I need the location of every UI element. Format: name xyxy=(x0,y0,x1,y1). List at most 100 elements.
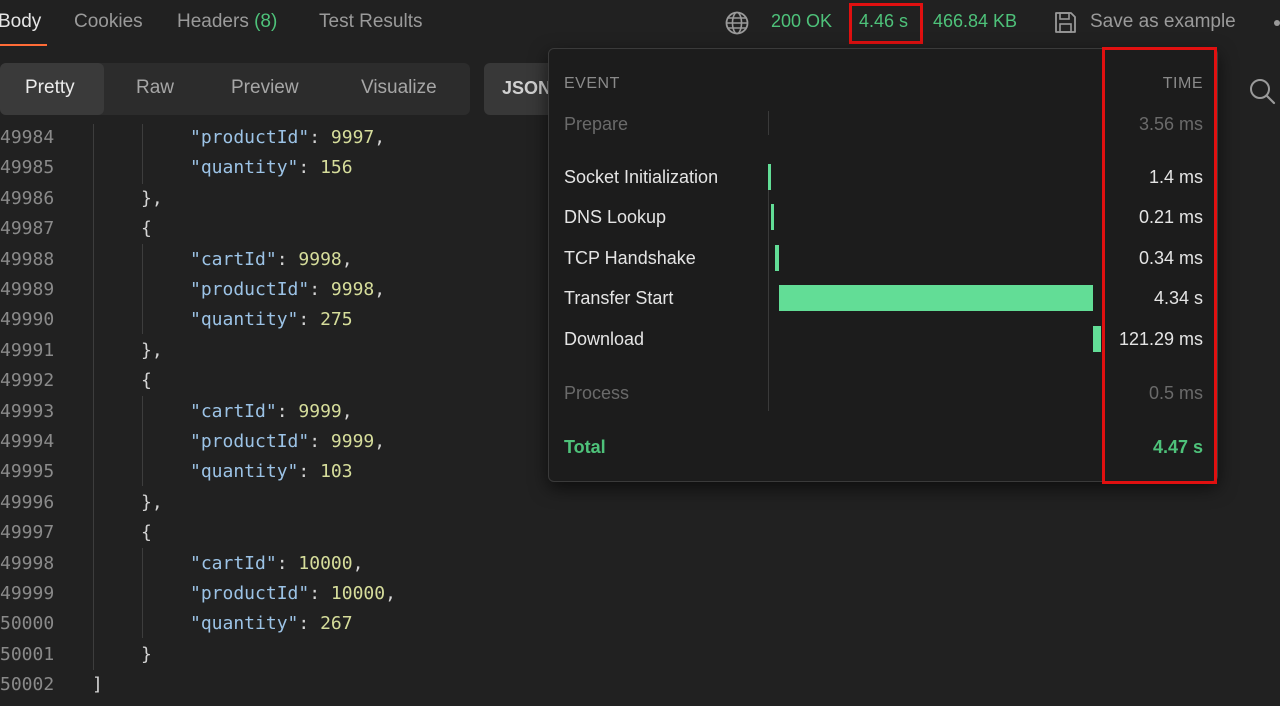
save-icon[interactable] xyxy=(1052,9,1079,36)
json-value: 9999 xyxy=(330,431,375,452)
json-value: 103 xyxy=(320,461,353,483)
line-number: 50001 xyxy=(0,643,55,665)
indent-guide xyxy=(142,548,143,638)
line-number: 49997 xyxy=(0,522,55,544)
tab-body[interactable]: Body xyxy=(0,11,41,33)
tab-headers[interactable]: Headers (8) xyxy=(177,11,277,33)
bar-tcp-handshake xyxy=(775,245,779,271)
json-key: "cartId" xyxy=(190,400,277,422)
bar-dns-lookup xyxy=(771,204,774,230)
json-key: "quantity" xyxy=(190,461,299,483)
code-line: ] xyxy=(92,674,103,696)
json-value: 267 xyxy=(320,613,353,635)
code-line: "productId": 10000, xyxy=(190,583,396,604)
bar-transfer-start xyxy=(779,285,1093,311)
search-icon[interactable] xyxy=(1247,76,1277,106)
json-value: 9998 xyxy=(298,248,342,270)
json-punctuation: , xyxy=(374,127,386,148)
code-line: "cartId": 9999, xyxy=(190,400,353,422)
event-process: Process xyxy=(564,383,630,403)
event-dns-lookup: DNS Lookup xyxy=(564,207,667,227)
event-download: Download xyxy=(564,329,645,349)
timeline-axis xyxy=(768,165,769,411)
json-key: "quantity" xyxy=(190,613,299,635)
code-line: "cartId": 10000, xyxy=(190,552,364,574)
code-line: "cartId": 9998, xyxy=(190,248,353,270)
json-punctuation: , xyxy=(352,552,364,574)
json-punctuation: , xyxy=(385,583,396,604)
line-number: 49987 xyxy=(0,218,55,240)
response-size[interactable]: 466.84 KB xyxy=(933,11,1017,32)
line-number: 49984 xyxy=(0,127,55,148)
json-key: "productId" xyxy=(190,431,310,452)
line-number: 49994 xyxy=(0,431,55,452)
code-line: } xyxy=(141,643,152,665)
view-visualize-button[interactable]: Visualize xyxy=(361,77,437,99)
json-value: 9998 xyxy=(330,279,375,300)
line-number: 49991 xyxy=(0,339,55,361)
code-line: { xyxy=(141,218,152,240)
line-number: 49990 xyxy=(0,309,55,331)
code-line: "quantity": 275 xyxy=(190,309,353,331)
json-value: 10000 xyxy=(330,583,386,604)
event-socket-initialization: Socket Initialization xyxy=(564,167,719,187)
json-punctuation: , xyxy=(341,400,353,422)
view-raw-button[interactable]: Raw xyxy=(136,77,174,99)
code-line: }, xyxy=(141,339,163,361)
json-key: "cartId" xyxy=(190,552,277,574)
json-punctuation: , xyxy=(341,248,353,270)
tab-cookies[interactable]: Cookies xyxy=(74,11,143,33)
json-punctuation: , xyxy=(374,279,386,300)
status-code[interactable]: 200 OK xyxy=(771,11,832,32)
json-key: "productId" xyxy=(190,127,310,148)
time-column-highlight xyxy=(1102,47,1217,484)
line-number: 49989 xyxy=(0,279,55,300)
line-number: 49999 xyxy=(0,583,55,604)
active-tab-indicator xyxy=(0,44,47,46)
line-number: 49993 xyxy=(0,400,55,422)
format-select-label: JSON xyxy=(502,78,552,98)
event-column-header: EVENT xyxy=(564,75,620,92)
response-tabs-bar: Body Cookies Headers (8) Test Results 20… xyxy=(0,0,1280,46)
line-number: 49986 xyxy=(0,187,55,209)
json-value: 275 xyxy=(320,309,353,331)
code-line: { xyxy=(141,370,152,392)
tab-test-results[interactable]: Test Results xyxy=(319,11,422,33)
event-total: Total xyxy=(564,437,606,457)
bar-download xyxy=(1093,326,1101,352)
tab-headers-label: Headers xyxy=(177,11,249,32)
event-prepare: Prepare xyxy=(564,114,629,134)
indent-guide xyxy=(142,124,143,184)
view-mode-group: Pretty Raw Preview Visualize xyxy=(0,63,470,115)
code-line: "quantity": 267 xyxy=(190,613,353,635)
line-number: 49998 xyxy=(0,552,55,574)
line-number: 49996 xyxy=(0,491,55,513)
code-line: "quantity": 103 xyxy=(190,461,353,483)
code-line: "productId": 9997, xyxy=(190,127,386,148)
globe-icon[interactable] xyxy=(724,10,750,36)
line-number: 49992 xyxy=(0,370,55,392)
line-number: 50002 xyxy=(0,674,55,696)
indent-guide xyxy=(142,396,143,486)
bar-socket-initialization xyxy=(768,164,771,190)
save-as-example-button[interactable]: Save as example xyxy=(1090,11,1236,33)
json-value: 9999 xyxy=(298,400,342,422)
line-number: 49985 xyxy=(0,157,55,179)
event-transfer-start: Transfer Start xyxy=(564,288,674,308)
code-line: }, xyxy=(141,187,163,209)
code-line: }, xyxy=(141,491,163,513)
view-pretty-button[interactable]: Pretty xyxy=(25,77,75,99)
line-number: 50000 xyxy=(0,613,55,635)
code-line: "quantity": 156 xyxy=(190,157,353,179)
response-time-highlight xyxy=(849,3,923,44)
more-options-icon[interactable] xyxy=(1274,20,1280,26)
indent-guide xyxy=(93,124,94,670)
line-number: 49995 xyxy=(0,461,55,483)
json-key: "quantity" xyxy=(190,309,299,331)
line-number: 49988 xyxy=(0,248,55,270)
timeline-axis-prepare xyxy=(768,111,769,135)
view-preview-button[interactable]: Preview xyxy=(231,77,299,99)
json-key: "productId" xyxy=(190,583,310,604)
indent-guide xyxy=(142,244,143,334)
json-key: "productId" xyxy=(190,279,310,300)
